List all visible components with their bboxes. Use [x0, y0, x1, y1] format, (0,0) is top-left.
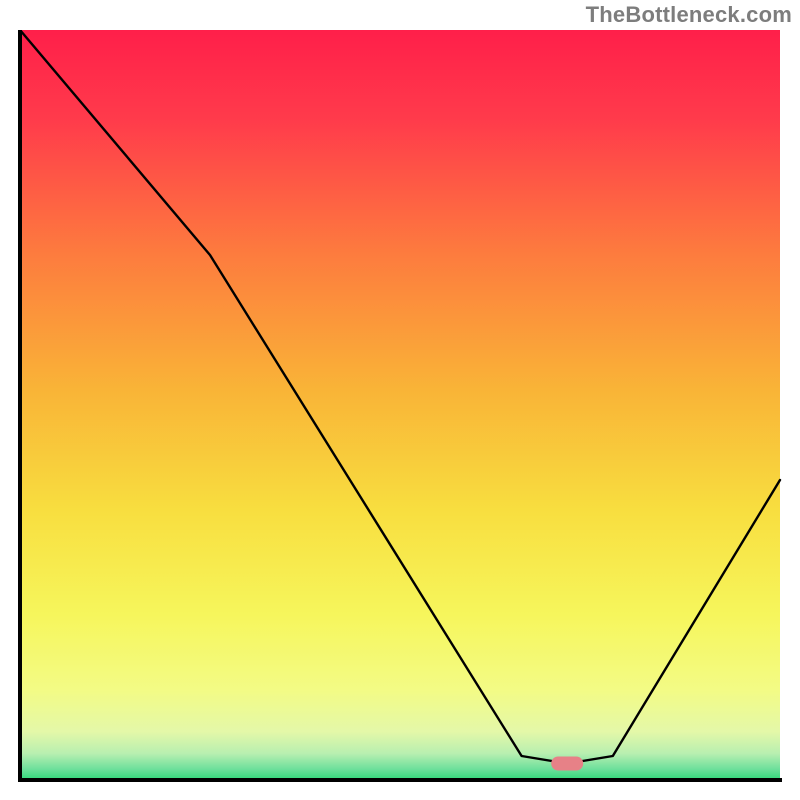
- watermark-text: TheBottleneck.com: [586, 2, 792, 28]
- chart-plot-area: [16, 30, 784, 784]
- chart-stage: TheBottleneck.com: [0, 0, 800, 800]
- optimal-marker: [551, 757, 583, 771]
- chart-svg: [16, 30, 784, 784]
